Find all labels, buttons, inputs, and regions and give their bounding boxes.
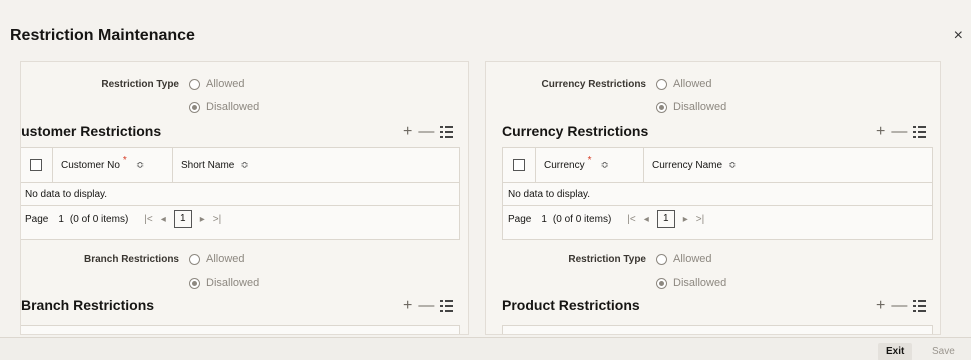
close-icon[interactable]: × <box>954 27 963 45</box>
first-page-icon[interactable]: |< <box>627 214 635 225</box>
restriction-type-disallowed-radio[interactable] <box>189 101 200 113</box>
prev-page-icon[interactable]: ◂ <box>161 214 166 225</box>
column-currency-name[interactable]: Currency Name ≎ <box>643 148 813 182</box>
left-panel: Restriction Type Allowed Disallowed Cust… <box>20 61 469 335</box>
branch-allowed-radio[interactable] <box>189 253 200 265</box>
restriction-type-allowed-radio[interactable] <box>189 78 200 90</box>
radio-label: Disallowed <box>673 277 727 289</box>
required-icon: * <box>122 154 127 166</box>
radio-label: Disallowed <box>673 101 727 113</box>
product-restrictions-title: Product Restrictions <box>502 297 640 313</box>
column-label: Short Name <box>181 159 235 171</box>
restriction-type-disallowed-radio[interactable] <box>656 277 667 289</box>
add-icon[interactable]: + <box>403 124 412 140</box>
grid-header: Customer No * ≎ Short Name ≎ <box>21 148 459 183</box>
last-page-icon[interactable]: >| <box>696 214 704 225</box>
add-icon[interactable]: + <box>876 124 885 140</box>
pager-label: Page <box>25 213 49 225</box>
list-view-icon[interactable] <box>440 300 454 312</box>
column-short-name[interactable]: Short Name ≎ <box>172 148 322 182</box>
currency-allowed-radio[interactable] <box>656 78 667 90</box>
customer-toolbar: + — <box>403 124 454 140</box>
restriction-type-row: Restriction Type Allowed <box>21 78 245 90</box>
currency-toolbar: + — <box>876 124 927 140</box>
remove-icon[interactable]: — <box>891 124 907 140</box>
column-label: Currency Name <box>652 159 723 171</box>
currency-grid: Currency * ≎ Currency Name ≎ No data to … <box>502 147 933 240</box>
select-all-checkbox[interactable] <box>513 159 525 171</box>
pager-page-input[interactable]: 1 <box>541 214 547 225</box>
restriction-type-label: Restriction Type <box>568 253 646 265</box>
remove-icon[interactable]: — <box>891 298 907 314</box>
restriction-type-row: Restriction Type Allowed <box>486 253 712 265</box>
pager-page-input[interactable]: 1 <box>58 214 64 225</box>
product-toolbar: + — <box>876 298 927 314</box>
exit-button[interactable]: Exit <box>878 343 913 360</box>
empty-message: No data to display. <box>21 183 459 206</box>
next-page-icon[interactable]: ▸ <box>683 214 688 225</box>
list-view-icon[interactable] <box>440 126 454 138</box>
customer-restrictions-title: Customer Restrictions <box>20 123 162 139</box>
radio-label: Allowed <box>673 253 712 265</box>
right-panel: Currency Restrictions Allowed Disallowed… <box>485 61 941 335</box>
save-button[interactable]: Save <box>924 343 963 360</box>
currency-disallowed-row: Disallowed <box>656 101 726 113</box>
radio-label: Allowed <box>673 78 712 90</box>
page-title: Restriction Maintenance <box>10 27 195 44</box>
grid-header: Currency * ≎ Currency Name ≎ <box>503 148 932 183</box>
branch-restrictions-title: Branch Restrictions <box>21 297 155 313</box>
radio-label: Allowed <box>206 78 245 90</box>
column-currency[interactable]: Currency * ≎ <box>535 148 643 182</box>
current-page-button[interactable]: 1 <box>173 210 192 228</box>
pager: Page 1 (0 of 0 items) |< ◂ 1 ▸ >| <box>21 206 459 232</box>
restriction-type-disallowed-row: Disallowed <box>189 101 259 113</box>
last-page-icon[interactable]: >| <box>213 214 221 225</box>
sort-icon[interactable]: ≎ <box>728 160 736 171</box>
restriction-type-disallowed-row: Disallowed <box>656 277 726 289</box>
customer-grid: Customer No * ≎ Short Name ≎ No data to … <box>21 147 460 240</box>
pager-info: (0 of 0 items) <box>552 213 612 225</box>
sort-icon[interactable]: ≎ <box>136 160 144 171</box>
currency-restrictions-label: Currency Restrictions <box>541 78 646 90</box>
list-view-icon[interactable] <box>913 126 927 138</box>
radio-label: Allowed <box>206 253 245 265</box>
select-all-checkbox[interactable] <box>30 159 42 171</box>
currency-restrictions-title: Currency Restrictions <box>502 123 649 139</box>
remove-icon[interactable]: — <box>418 124 434 140</box>
pager: Page 1 (0 of 0 items) |< ◂ 1 ▸ >| <box>503 206 932 232</box>
currency-restrictions-row: Currency Restrictions Allowed <box>486 78 712 90</box>
column-label: Customer No <box>61 159 120 171</box>
restriction-type-allowed-radio[interactable] <box>656 253 667 265</box>
product-grid <box>502 325 933 334</box>
first-page-icon[interactable]: |< <box>144 214 152 225</box>
branch-grid <box>21 325 460 334</box>
add-icon[interactable]: + <box>403 298 412 314</box>
list-view-icon[interactable] <box>913 300 927 312</box>
column-label: Currency <box>544 159 585 171</box>
prev-page-icon[interactable]: ◂ <box>644 214 649 225</box>
radio-label: Disallowed <box>206 101 260 113</box>
branch-restrictions-label: Branch Restrictions <box>83 253 179 265</box>
branch-disallowed-radio[interactable] <box>189 277 200 289</box>
add-icon[interactable]: + <box>876 298 885 314</box>
current-page-button[interactable]: 1 <box>656 210 675 228</box>
pager-label: Page <box>508 213 532 225</box>
branch-toolbar: + — <box>403 298 454 314</box>
column-customer-no[interactable]: Customer No * ≎ <box>52 148 172 182</box>
footer: Exit Save <box>0 337 971 360</box>
required-icon: * <box>587 154 592 166</box>
radio-label: Disallowed <box>206 277 260 289</box>
next-page-icon[interactable]: ▸ <box>200 214 205 225</box>
sort-icon[interactable]: ≎ <box>600 160 608 171</box>
empty-message: No data to display. <box>503 183 932 206</box>
pager-info: (0 of 0 items) <box>69 213 129 225</box>
currency-disallowed-radio[interactable] <box>656 101 667 113</box>
remove-icon[interactable]: — <box>418 298 434 314</box>
branch-disallowed-row: Disallowed <box>189 277 259 289</box>
restriction-type-label: Restriction Type <box>101 78 179 90</box>
sort-icon[interactable]: ≎ <box>240 160 248 171</box>
branch-restrictions-row: Branch Restrictions Allowed <box>21 253 245 265</box>
